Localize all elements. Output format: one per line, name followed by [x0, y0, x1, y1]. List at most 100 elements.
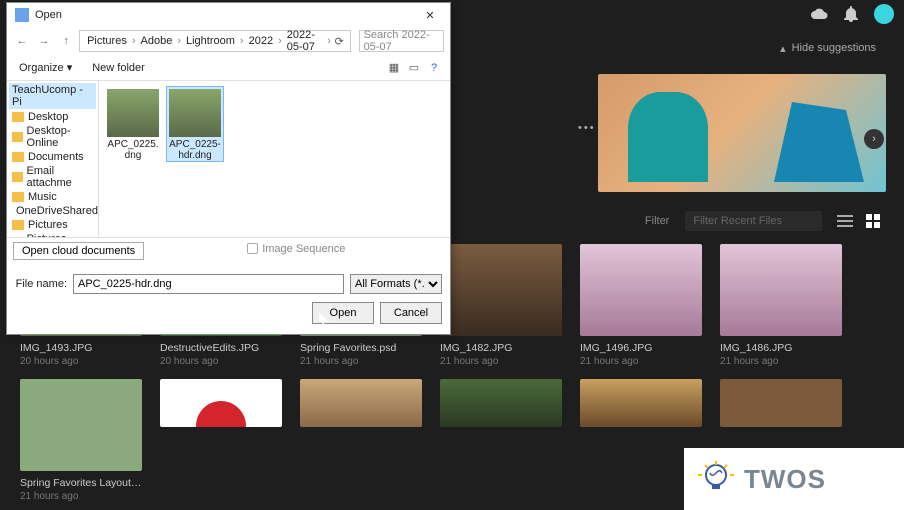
hero-menu-icon[interactable]: ••• [578, 122, 596, 134]
view-mode-icon[interactable]: ▦ [384, 61, 404, 74]
dialog-titlebar[interactable]: Open ✕ [7, 3, 450, 27]
breadcrumb-seg[interactable]: 2022 [246, 35, 276, 47]
tree-current[interactable]: TeachUcomp - Pi [9, 83, 96, 109]
filename-input[interactable] [73, 274, 344, 294]
breadcrumb-seg[interactable]: Lightroom [183, 35, 238, 47]
tree-item[interactable]: Pictures [9, 218, 96, 232]
preview-pane-icon[interactable]: ▭ [404, 61, 424, 74]
file-thumbnail [107, 89, 159, 137]
thumbnail [440, 379, 562, 427]
tree-item[interactable]: Desktop-Online [9, 124, 96, 150]
refresh-icon[interactable]: ⟳ [333, 35, 346, 48]
list-view-icon[interactable] [834, 210, 856, 232]
carousel-next-icon[interactable]: › [864, 129, 884, 149]
recent-item[interactable]: IMG_1482.JPG 21 hours ago [440, 244, 562, 367]
open-file-dialog: Open ✕ ← → ↑ Pictures›Adobe›Lightroom›20… [6, 2, 451, 335]
recent-item[interactable] [160, 379, 282, 502]
notification-icon[interactable] [842, 5, 860, 23]
file-name: IMG_1482.JPG [440, 342, 562, 354]
recent-item[interactable]: Spring Favorites Layouts.psd 21 hours ago [20, 379, 142, 502]
organize-menu[interactable]: Organize ▾ [13, 59, 78, 76]
file-item[interactable]: APC_0225-hdr.dng [167, 87, 223, 161]
tree-item[interactable]: Music [9, 190, 96, 204]
lightbulb-icon [696, 459, 736, 499]
recent-item[interactable]: IMG_1496.JPG 21 hours ago [580, 244, 702, 367]
open-cloud-button[interactable]: Open cloud documents [13, 242, 144, 260]
watermark-text: TWOS [744, 464, 826, 495]
file-item[interactable]: APC_0225.dng [105, 87, 161, 161]
recent-item[interactable] [440, 379, 562, 502]
open-button[interactable]: Open [312, 302, 374, 324]
cloud-icon[interactable] [810, 5, 828, 23]
file-time: 21 hours ago [580, 356, 702, 367]
image-sequence-checkbox[interactable]: Image Sequence [247, 243, 345, 255]
thumbnail [580, 244, 702, 336]
dialog-title: Open [35, 9, 414, 21]
file-name: Spring Favorites.psd [300, 342, 422, 354]
folder-icon [12, 172, 23, 182]
hero-image[interactable] [598, 74, 886, 192]
thumbnail [580, 379, 702, 427]
file-time: 20 hours ago [20, 356, 142, 367]
file-name: DestructiveEdits.JPG [160, 342, 282, 354]
file-time: 21 hours ago [300, 356, 422, 367]
tree-item[interactable]: Desktop [9, 110, 96, 124]
filter-input[interactable]: Filter Recent Files [685, 211, 822, 231]
folder-icon [12, 220, 24, 230]
recent-item[interactable]: IMG_1486.JPG 21 hours ago [720, 244, 842, 367]
tree-item[interactable]: Email attachme [9, 164, 96, 190]
chevron-right-icon: › [278, 35, 282, 47]
breadcrumb-seg[interactable]: Adobe [138, 35, 176, 47]
thumbnail [20, 379, 142, 471]
file-name: IMG_1496.JPG [580, 342, 702, 354]
close-icon[interactable]: ✕ [414, 9, 446, 22]
file-name: IMG_1493.JPG [20, 342, 142, 354]
breadcrumb-seg[interactable]: 2022-05-07 [284, 29, 326, 53]
file-name: Spring Favorites Layouts.psd [20, 477, 142, 489]
nav-forward-icon[interactable]: → [35, 35, 53, 47]
chevron-right-icon: › [132, 35, 136, 47]
search-input[interactable]: Search 2022-05-07 [359, 30, 444, 52]
folder-icon [12, 132, 23, 142]
chevron-up-icon: ▴ [780, 42, 786, 55]
tree-item[interactable]: Documents [9, 150, 96, 164]
filter-label: Filter [645, 215, 669, 227]
file-time: 21 hours ago [20, 491, 142, 502]
grid-view-icon[interactable] [862, 210, 884, 232]
folder-tree[interactable]: TeachUcomp - Pi DesktopDesktop-OnlineDoc… [7, 81, 99, 237]
path-breadcrumb[interactable]: Pictures›Adobe›Lightroom›2022›2022-05-07… [79, 30, 350, 52]
thumbnail [300, 379, 422, 427]
filetype-select[interactable]: All Formats (*.*) [350, 274, 442, 294]
filename-label: File name: [15, 278, 67, 290]
file-time: 21 hours ago [720, 356, 842, 367]
thumbnail [440, 244, 562, 336]
user-avatar[interactable] [874, 4, 894, 24]
suggestions-label: Hide suggestions [792, 42, 876, 54]
file-time: 20 hours ago [160, 356, 282, 367]
watermark-overlay: TWOS [684, 448, 904, 510]
tree-item[interactable]: OneDriveShared [9, 204, 96, 218]
search-placeholder: Search 2022-05-07 [364, 29, 439, 53]
chevron-right-icon: › [240, 35, 244, 47]
file-name: IMG_1486.JPG [720, 342, 842, 354]
breadcrumb-seg[interactable]: Pictures [84, 35, 130, 47]
chevron-right-icon: › [177, 35, 181, 47]
nav-back-icon[interactable]: ← [13, 35, 31, 47]
folder-icon [12, 192, 24, 202]
tree-item[interactable]: Pictures-Online [9, 232, 96, 237]
thumbnail [160, 379, 282, 427]
file-thumbnail [169, 89, 221, 137]
folder-icon [12, 112, 24, 122]
new-folder-button[interactable]: New folder [86, 60, 151, 76]
file-list[interactable]: APC_0225.dng APC_0225-hdr.dng [99, 81, 450, 237]
folder-icon [12, 152, 24, 162]
help-icon[interactable]: ? [424, 62, 444, 74]
thumbnail [720, 379, 842, 427]
nav-up-icon[interactable]: ↑ [57, 35, 75, 47]
chevron-right-icon: › [327, 35, 331, 47]
recent-item[interactable] [300, 379, 422, 502]
cancel-button[interactable]: Cancel [380, 302, 442, 324]
file-name: APC_0225.dng [105, 139, 161, 161]
thumbnail [720, 244, 842, 336]
file-time: 21 hours ago [440, 356, 562, 367]
